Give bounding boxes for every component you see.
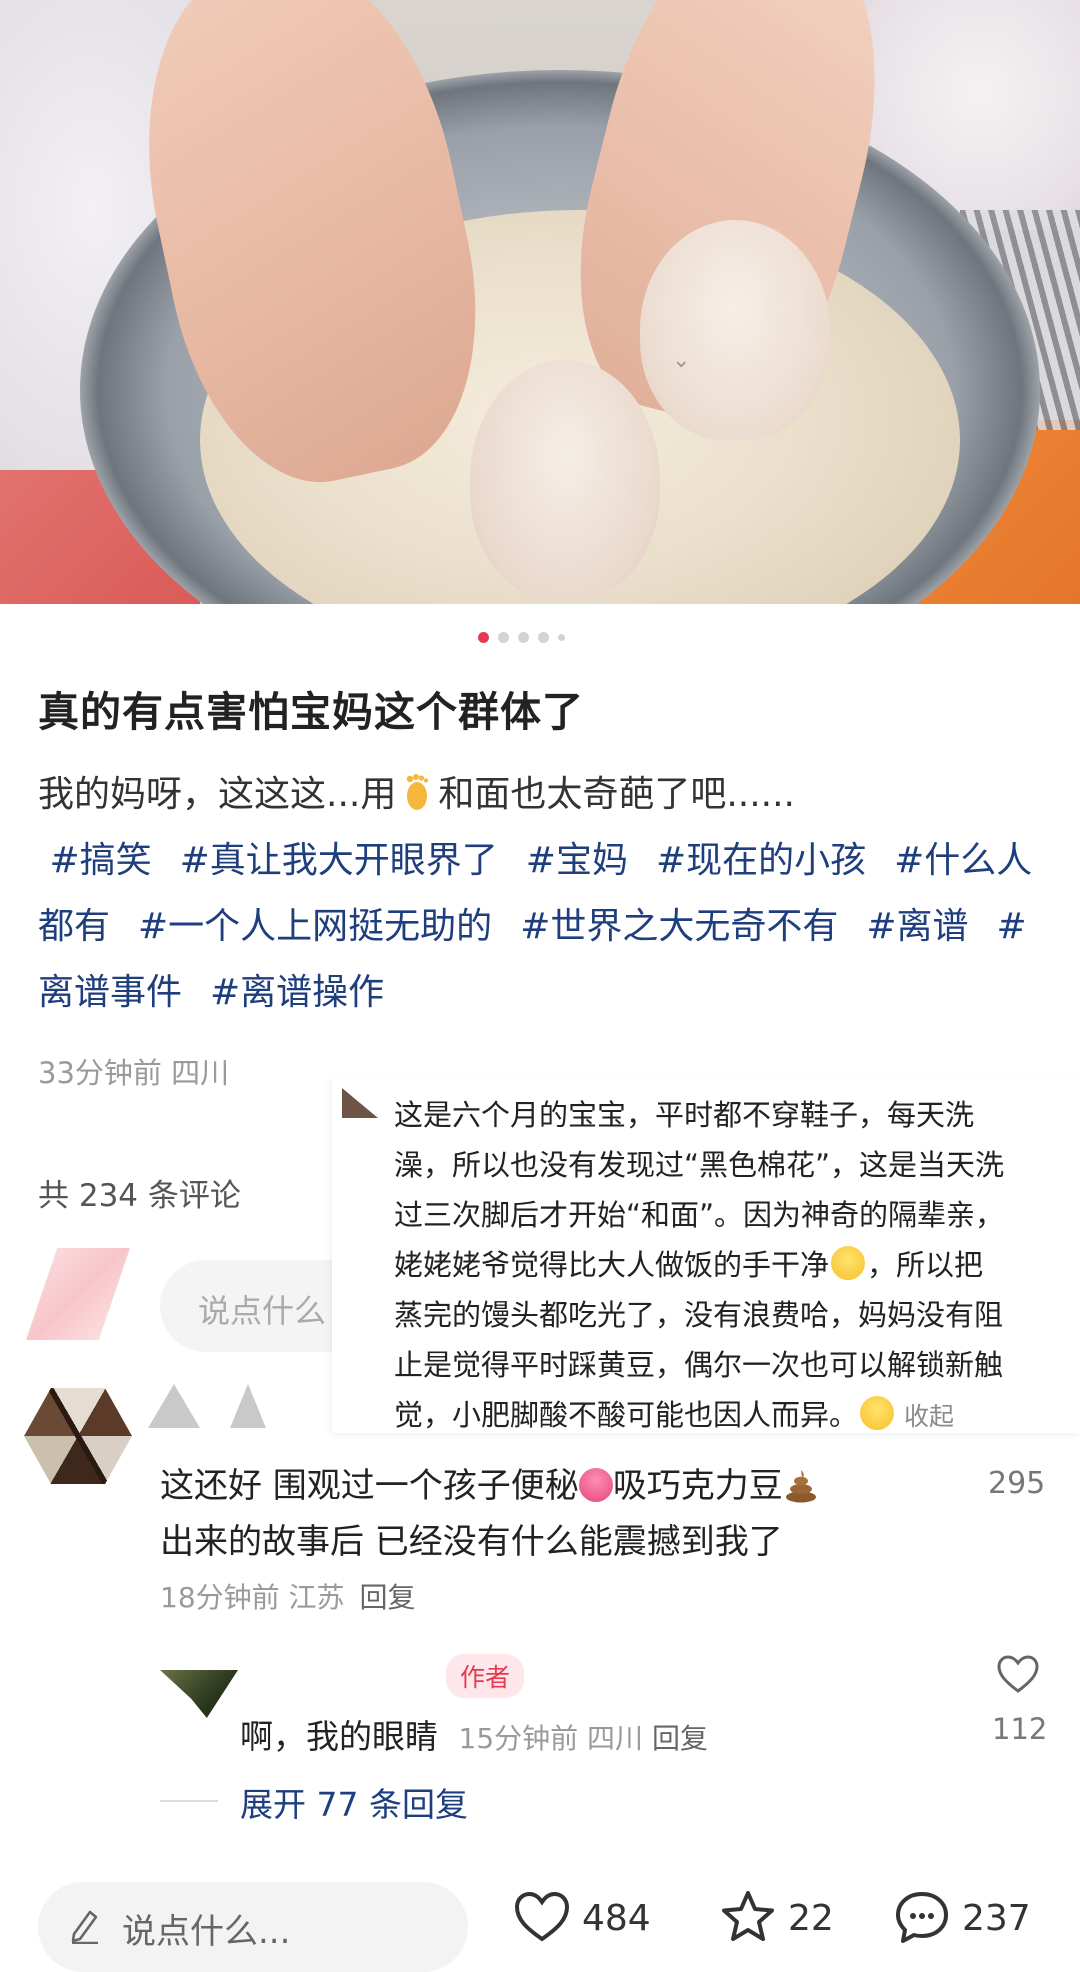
comment-input-placeholder: 说点什么 bbox=[198, 1292, 327, 1330]
comment-text-part: 吸巧克力豆 bbox=[612, 1466, 783, 1506]
note-line: 姥姥姥爷觉得比大人做饭的手干净 ，所以把 bbox=[394, 1240, 1080, 1290]
note-line: 止是觉得平时踩黄豆，偶尔一次也可以解锁新触 bbox=[394, 1348, 1004, 1382]
comment-total: 237 bbox=[962, 1897, 1031, 1939]
hashtag-link[interactable]: #现在的小孩 bbox=[656, 840, 866, 881]
hashtag-link[interactable]: #离谱操作 bbox=[210, 972, 384, 1013]
reply-location: 四川 bbox=[587, 1722, 644, 1755]
like-count: 484 bbox=[582, 1897, 651, 1939]
reply-text: 啊，我的眼睛 bbox=[240, 1717, 438, 1756]
note-line: 过三次脚后才开始“和面”。因为神奇的隔辈亲， bbox=[394, 1198, 1005, 1232]
username-redaction bbox=[230, 1384, 266, 1428]
reply-link[interactable]: 回复 bbox=[359, 1581, 415, 1614]
hashtag-link[interactable]: #宝妈 bbox=[526, 840, 628, 881]
note-line: 觉，小肥脚酸不酸可能也因人而异。 收起 bbox=[394, 1390, 1080, 1442]
avatar bbox=[342, 1088, 378, 1118]
chevron-down-icon: ⌄ bbox=[672, 348, 691, 373]
hashtag-link[interactable]: #一个人上网挺无助的 bbox=[138, 906, 492, 947]
hashtag-link[interactable]: #真让我大开眼界了 bbox=[180, 840, 498, 881]
note-line-part: ，所以把 bbox=[867, 1248, 984, 1282]
divider bbox=[160, 1800, 218, 1802]
reply-text-row: 啊，我的眼睛 15分钟前 四川 回复 bbox=[240, 1710, 708, 1758]
poo-emoji-icon bbox=[785, 1470, 816, 1503]
carousel-dot bbox=[538, 631, 549, 643]
post-meta: 33分钟前 四川 bbox=[38, 1056, 230, 1090]
carousel-dot bbox=[498, 631, 509, 643]
laughing-emoji-icon bbox=[831, 1246, 866, 1280]
comment-text: 这还好 围观过一个孩子便秘 吸巧克力豆 出来的故事后 已经没有什么能震撼到我了 bbox=[160, 1458, 920, 1570]
hashtag-link[interactable]: #搞笑 bbox=[49, 840, 151, 881]
tongue-emoji-icon bbox=[578, 1468, 613, 1502]
post-photo[interactable] bbox=[0, 0, 1080, 604]
hashtag-link[interactable]: #世界之大无奇不有 bbox=[520, 906, 838, 947]
author-badge: 作者 bbox=[446, 1654, 525, 1698]
comment-button[interactable]: 237 bbox=[892, 1888, 1031, 1948]
carousel-dot bbox=[518, 631, 529, 643]
comment-meta: 18分钟前 江苏 回复 bbox=[160, 1576, 415, 1616]
post-body-text: 我的妈呀，这这这...用 bbox=[38, 774, 397, 815]
grin-emoji-icon bbox=[860, 1396, 895, 1430]
hashtag-link[interactable]: #离谱 bbox=[866, 906, 968, 947]
comment-text-part: 出来的故事后 已经没有什么能震撼到我了 bbox=[160, 1522, 783, 1562]
comment-location: 江苏 bbox=[288, 1581, 345, 1614]
heart-icon bbox=[514, 1891, 570, 1942]
author-note-popup: 这是六个月的宝宝，平时都不穿鞋子，每天洗 澡，所以也没有发现过“黑色棉花”，这是… bbox=[332, 1078, 1080, 1433]
post-title: 真的有点害怕宝妈这个群体了 bbox=[38, 688, 584, 736]
photo-foot bbox=[470, 360, 660, 600]
username-redaction bbox=[148, 1384, 200, 1428]
comment-bubble-icon bbox=[896, 1892, 948, 1943]
note-line: 这是六个月的宝宝，平时都不穿鞋子，每天洗 bbox=[394, 1098, 975, 1132]
carousel-indicator bbox=[478, 630, 565, 644]
like-button[interactable]: 484 bbox=[512, 1888, 651, 1948]
comment-time: 18分钟前 bbox=[160, 1581, 280, 1614]
reply-time: 15分钟前 bbox=[458, 1722, 579, 1755]
bottom-input-placeholder: 说点什么... bbox=[122, 1912, 291, 1952]
avatar[interactable] bbox=[24, 1388, 132, 1484]
avatar[interactable] bbox=[26, 1248, 130, 1340]
reply-link[interactable]: 回复 bbox=[652, 1722, 708, 1755]
photo-foot bbox=[640, 220, 830, 440]
bottom-comment-input[interactable]: 说点什么... bbox=[38, 1882, 468, 1972]
expand-replies-link[interactable]: 展开 77 条回复 bbox=[240, 1778, 468, 1826]
comment-text-part: 这还好 围观过一个孩子便秘 bbox=[160, 1466, 579, 1506]
note-line-part: 觉，小肥脚酸不酸可能也因人而异。 bbox=[394, 1398, 859, 1432]
note-line: 澡，所以也没有发现过“黑色棉花”，这是当天洗 bbox=[394, 1148, 1005, 1182]
comment-like-count[interactable]: 295 bbox=[988, 1466, 1045, 1501]
carousel-dot-active bbox=[478, 631, 489, 643]
pen-icon bbox=[71, 1910, 98, 1944]
heart-icon[interactable] bbox=[996, 1654, 1040, 1694]
post-body: 我的妈呀，这这这...用 和面也太奇葩了吧...... #搞笑 #真让我大开眼界了… bbox=[38, 762, 1048, 1026]
reply-meta: 15分钟前 四川 回复 bbox=[459, 1722, 708, 1755]
post-body-text-end: 和面也太奇葩了吧...... bbox=[438, 774, 796, 815]
carousel-dot bbox=[558, 633, 565, 641]
collapse-link[interactable]: 收起 bbox=[904, 1402, 954, 1431]
note-line: 蒸完的馒头都吃光了，没有浪费哈，妈妈没有阻 bbox=[394, 1298, 1004, 1332]
avatar[interactable] bbox=[160, 1670, 238, 1718]
note-line-part: 姥姥姥爷觉得比大人做饭的手干净 bbox=[394, 1248, 830, 1282]
foot-emoji-icon bbox=[407, 774, 429, 810]
star-icon bbox=[722, 1891, 774, 1941]
reply-like-count: 112 bbox=[992, 1712, 1048, 1746]
star-button[interactable]: 22 bbox=[718, 1888, 834, 1948]
comment-count: 共 234 条评论 bbox=[38, 1178, 241, 1214]
author-note-text: 这是六个月的宝宝，平时都不穿鞋子，每天洗 澡，所以也没有发现过“黑色棉花”，这是… bbox=[394, 1090, 1080, 1442]
star-count: 22 bbox=[788, 1897, 834, 1939]
